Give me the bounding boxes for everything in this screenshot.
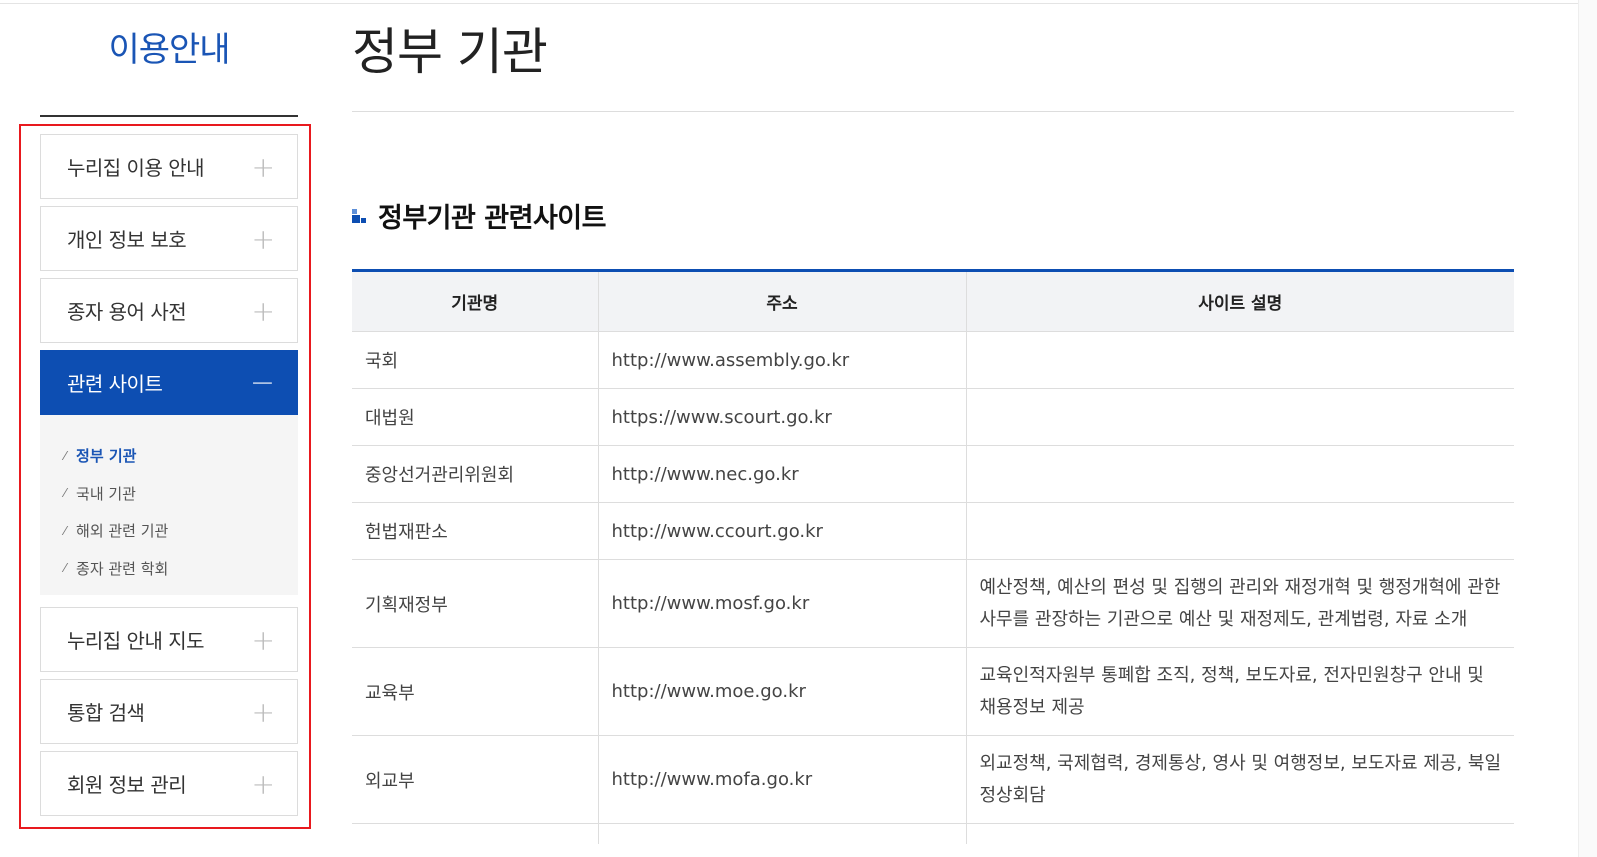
site-url-link[interactable]: http://www.nec.go.kr [597, 445, 966, 503]
table-row: 헌법재판소 http://www.ccourt.go.kr [352, 502, 1514, 560]
table-row: 중앙선거관리위원회 http://www.nec.go.kr [352, 445, 1514, 503]
site-description: 예산정책, 예산의 편성 및 집행의 관리와 재정개혁 및 행정개혁에 관한 사… [965, 559, 1514, 648]
top-divider [0, 3, 1597, 4]
title-divider [352, 111, 1514, 112]
site-description-text: 예산정책, 예산의 편성 및 집행의 관리와 재정개혁 및 행정개혁에 관한 사… [979, 576, 1501, 630]
table-header-row: 기관명 주소 사이트 설명 [352, 270, 1514, 332]
column-header-address: 주소 [597, 270, 966, 332]
table-row [352, 823, 1514, 845]
section-heading: 정부기관 관련사이트 [352, 196, 606, 235]
site-description-text: 외교정책, 국제협력, 경제통상, 영사 및 여행정보, 보도자료 제공, 북일… [979, 752, 1502, 806]
section-title: 정부기관 관련사이트 [378, 203, 606, 234]
site-url-link[interactable]: http://www.assembly.go.kr [597, 331, 966, 389]
site-description [965, 823, 1514, 844]
sidebar-highlight-box [19, 124, 311, 829]
table-row: 외교부 http://www.mofa.go.kr 외교정책, 국제협력, 경제… [352, 735, 1514, 824]
site-url-link[interactable]: http://www.mofa.go.kr [597, 735, 966, 824]
agency-name: 헌법재판소 [352, 502, 598, 560]
agency-name: 중앙선거관리위원회 [352, 445, 598, 503]
column-header-description: 사이트 설명 [965, 270, 1514, 332]
site-description: 외교정책, 국제협력, 경제통상, 영사 및 여행정보, 보도자료 제공, 북일… [965, 735, 1514, 824]
government-sites-table: 기관명 주소 사이트 설명 국회 http://www.assembly.go.… [352, 269, 1514, 844]
site-url-link[interactable]: https://www.scourt.go.kr [597, 388, 966, 446]
site-url-link[interactable]: http://www.moe.go.kr [597, 647, 966, 736]
agency-name: 교육부 [352, 647, 598, 736]
table-row: 교육부 http://www.moe.go.kr 교육인적자원부 통폐합 조직,… [352, 647, 1514, 736]
site-url-link [597, 823, 966, 844]
scrollbar[interactable] [1578, 0, 1597, 857]
agency-name: 대법원 [352, 388, 598, 446]
sidebar-divider [40, 115, 298, 117]
agency-name: 기획재정부 [352, 559, 598, 648]
site-url-link[interactable]: http://www.ccourt.go.kr [597, 502, 966, 560]
column-header-agency: 기관명 [352, 270, 598, 332]
site-url-link[interactable]: http://www.mosf.go.kr [597, 559, 966, 648]
site-description-text: 교육인적자원부 통폐합 조직, 정책, 보도자료, 전자민원창구 안내 및 채용… [979, 664, 1484, 718]
site-description [965, 331, 1514, 389]
site-description [965, 502, 1514, 560]
table-row: 국회 http://www.assembly.go.kr [352, 331, 1514, 389]
site-description [965, 388, 1514, 446]
site-description: 교육인적자원부 통폐합 조직, 정책, 보도자료, 전자민원창구 안내 및 채용… [965, 647, 1514, 736]
sidebar-title: 이용안내 [108, 30, 230, 70]
square-bullet-icon [352, 208, 366, 223]
page-title: 정부 기관 [352, 23, 548, 81]
agency-name: 외교부 [352, 735, 598, 824]
site-description [965, 445, 1514, 503]
agency-name [352, 824, 598, 845]
agency-name: 국회 [352, 331, 598, 389]
table-row: 기획재정부 http://www.mosf.go.kr 예산정책, 예산의 편성… [352, 559, 1514, 648]
table-row: 대법원 https://www.scourt.go.kr [352, 388, 1514, 446]
